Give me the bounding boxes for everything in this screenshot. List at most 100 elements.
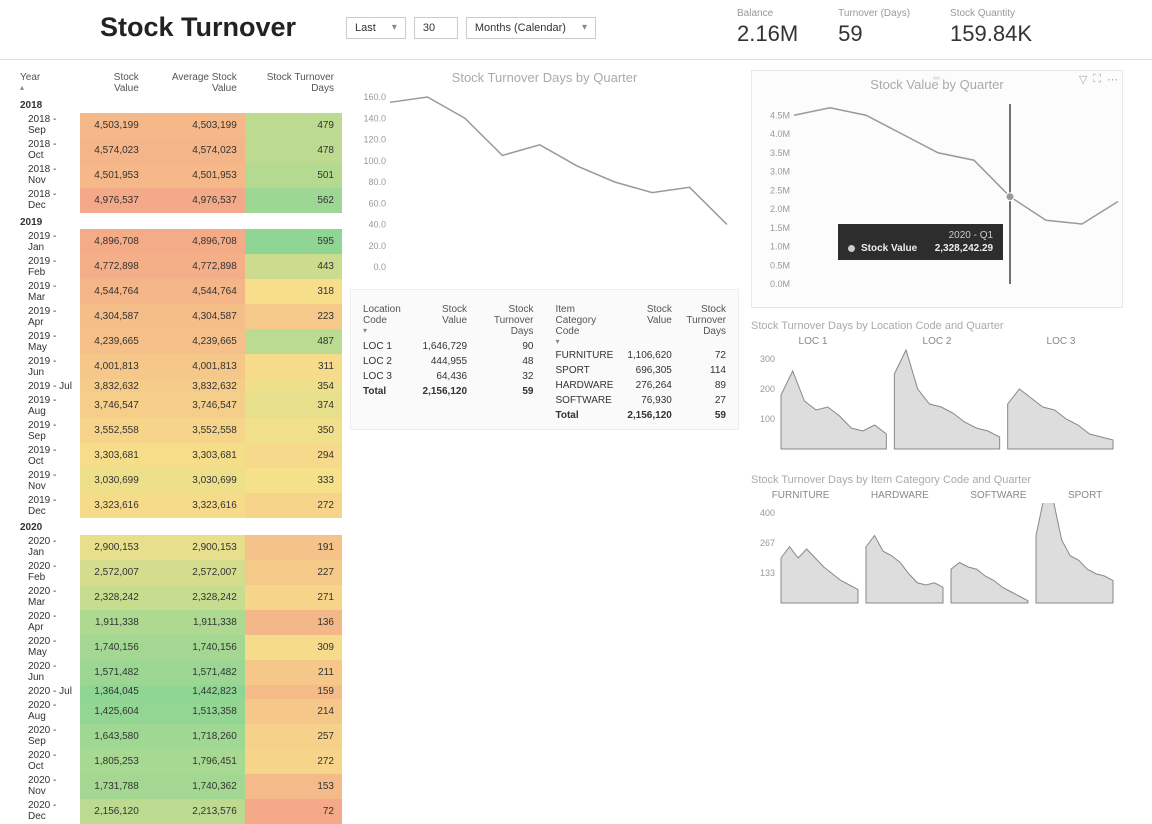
svg-text:60.0: 60.0 (368, 198, 386, 208)
location-table-visual[interactable]: Location Code▾ Stock Value Stock Turnove… (357, 296, 540, 423)
category-table-visual[interactable]: Item Category Code▾ Stock Value Stock Tu… (550, 296, 733, 423)
sm-label: SPORT (1068, 490, 1102, 501)
legend-dot-icon (848, 245, 855, 252)
table-row[interactable]: HARDWARE276,26489 (550, 378, 733, 393)
svg-text:400: 400 (760, 508, 775, 518)
turnover-chart-svg: 0.020.040.060.080.0100.0120.0140.0160.0 (350, 89, 735, 279)
table-row[interactable]: 2020 - Jun 1,571,482 1,571,482 211 (12, 660, 342, 685)
sm-label: LOC 2 (923, 336, 952, 347)
period-type-dropdown[interactable]: Last▾ (346, 17, 406, 39)
table-row[interactable]: 2019 - Jan 4,896,708 4,896,708 595 (12, 229, 342, 254)
table-row[interactable]: 2019 - Dec 3,323,616 3,323,616 272 (12, 493, 342, 518)
loc-col-sv[interactable]: Stock Value (414, 302, 473, 339)
tooltip-value: 2,328,242.29 (935, 243, 993, 254)
sm-cat-title: Stock Turnover Days by Item Category Cod… (751, 474, 1123, 486)
filter-icon[interactable]: ▽ (1079, 73, 1087, 86)
cat-col-sv[interactable]: Stock Value (621, 302, 678, 348)
svg-text:4.5M: 4.5M (770, 110, 790, 120)
table-row[interactable]: 2020 - Dec 2,156,120 2,213,576 72 (12, 799, 342, 824)
stockvalue-line-chart[interactable]: ═ ▽ ⛶ ⋯ Stock Value by Quarter 0.0M0.5M1… (751, 70, 1123, 308)
sm-label: HARDWARE (871, 490, 929, 501)
table-row[interactable]: 2020 - Aug 1,425,604 1,513,358 214 (12, 699, 342, 724)
table-row[interactable]: 2019 - Aug 3,746,547 3,746,547 374 (12, 393, 342, 418)
loc-col-code[interactable]: Location Code▾ (357, 302, 414, 339)
table-row[interactable]: 2020 - Oct 1,805,253 1,796,451 272 (12, 749, 342, 774)
table-row[interactable]: 2018 - Nov 4,501,953 4,501,953 501 (12, 163, 342, 188)
table-row[interactable]: 2020 - Nov 1,731,788 1,740,362 153 (12, 774, 342, 799)
sort-desc-icon: ▾ (363, 326, 408, 335)
small-multiples-location[interactable]: Stock Turnover Days by Location Code and… (751, 320, 1123, 464)
kpi-turnover-label: Turnover (Days) (838, 8, 910, 19)
report-header: Stock Turnover Last▾ 30 Months (Calendar… (0, 0, 1152, 60)
stock-matrix: Year▴ Stock Value Average Stock Value St… (12, 70, 342, 824)
table-row[interactable]: LOC 2444,95548 (357, 354, 540, 369)
svg-text:80.0: 80.0 (368, 177, 386, 187)
period-count-dropdown[interactable]: 30 (414, 17, 458, 39)
report-body: Year▴ Stock Value Average Stock Value St… (0, 60, 1152, 824)
cat-col-std[interactable]: Stock Turnover Days (678, 302, 732, 348)
svg-text:100: 100 (760, 414, 775, 424)
table-row[interactable]: 2020 - Jan 2,900,153 2,900,153 191 (12, 535, 342, 560)
table-row[interactable]: 2018 - Oct 4,574,023 4,574,023 478 (12, 138, 342, 163)
table-row[interactable]: 2019 - Apr 4,304,587 4,304,587 223 (12, 304, 342, 329)
page-title: Stock Turnover (100, 12, 296, 43)
right-column: ═ ▽ ⛶ ⋯ Stock Value by Quarter 0.0M0.5M1… (747, 70, 1127, 824)
drag-handle-icon[interactable]: ═ (933, 73, 941, 84)
table-row[interactable]: 2019 - Sep 3,552,558 3,552,558 350 (12, 418, 342, 443)
sort-desc-icon: ▾ (556, 337, 615, 346)
kpi-balance: Balance2.16M (737, 8, 798, 47)
year-group[interactable]: 2020 (12, 518, 342, 535)
table-row[interactable]: 2018 - Sep 4,503,199 4,503,199 479 (12, 113, 342, 138)
year-group[interactable]: 2018 (12, 96, 342, 113)
table-row[interactable]: 2019 - Mar 4,544,764 4,544,764 318 (12, 279, 342, 304)
table-row[interactable]: 2020 - Apr 1,911,338 1,911,338 136 (12, 610, 342, 635)
chevron-down-icon: ▾ (582, 22, 587, 33)
turnover-chart-title: Stock Turnover Days by Quarter (350, 70, 739, 85)
table-row[interactable]: 2019 - Oct 3,303,681 3,303,681 294 (12, 443, 342, 468)
svg-text:20.0: 20.0 (368, 241, 386, 251)
svg-text:3.5M: 3.5M (770, 148, 790, 158)
svg-text:200: 200 (760, 384, 775, 394)
svg-text:140.0: 140.0 (363, 113, 386, 123)
kpi-balance-label: Balance (737, 8, 798, 19)
table-row[interactable]: 2020 - Jul 1,364,045 1,442,823 159 (12, 685, 342, 699)
table-row[interactable]: 2019 - Nov 3,030,699 3,030,699 333 (12, 468, 342, 493)
sort-asc-icon: ▴ (20, 83, 72, 92)
small-multiples-category[interactable]: Stock Turnover Days by Item Category Cod… (751, 474, 1123, 618)
turnover-line-chart[interactable]: Stock Turnover Days by Quarter 0.020.040… (350, 70, 739, 279)
table-row[interactable]: 2019 - Feb 4,772,898 4,772,898 443 (12, 254, 342, 279)
col-year[interactable]: Year▴ (12, 70, 80, 96)
period-count-label: 30 (423, 22, 435, 34)
table-row[interactable]: 2020 - Mar 2,328,242 2,328,242 271 (12, 585, 342, 610)
svg-text:0.0M: 0.0M (770, 279, 790, 289)
matrix-visual[interactable]: Year▴ Stock Value Average Stock Value St… (12, 70, 342, 824)
table-row[interactable]: 2020 - Feb 2,572,007 2,572,007 227 (12, 560, 342, 585)
cat-col-code[interactable]: Item Category Code▾ (550, 302, 621, 348)
svg-text:4.0M: 4.0M (770, 129, 790, 139)
svg-text:2.5M: 2.5M (770, 185, 790, 195)
table-row[interactable]: 2019 - Jun 4,001,813 4,001,813 311 (12, 354, 342, 379)
col-avgstockvalue[interactable]: Average Stock Value (147, 70, 245, 96)
table-row[interactable]: 2020 - May 1,740,156 1,740,156 309 (12, 635, 342, 660)
chevron-down-icon: ▾ (392, 22, 397, 33)
more-options-icon[interactable]: ⋯ (1107, 73, 1118, 86)
year-group[interactable]: 2019 (12, 213, 342, 230)
col-stockvalue[interactable]: Stock Value (80, 70, 147, 96)
table-row[interactable]: 2018 - Dec 4,976,537 4,976,537 562 (12, 188, 342, 213)
table-row[interactable]: SPORT696,305114 (550, 363, 733, 378)
loc-col-std[interactable]: Stock Turnover Days (473, 302, 539, 339)
table-row[interactable]: LOC 11,646,72990 (357, 339, 540, 354)
table-row[interactable]: 2019 - May 4,239,665 4,239,665 487 (12, 329, 342, 354)
svg-text:160.0: 160.0 (363, 92, 386, 102)
col-turnoverdays[interactable]: Stock Turnover Days (245, 70, 342, 96)
total-row: Total2,156,12059 (357, 384, 540, 399)
focus-mode-icon[interactable]: ⛶ (1093, 73, 1101, 86)
table-row[interactable]: 2019 - Jul 3,832,632 3,832,632 354 (12, 379, 342, 393)
table-row[interactable]: 2020 - Sep 1,643,580 1,718,260 257 (12, 724, 342, 749)
period-unit-dropdown[interactable]: Months (Calendar)▾ (466, 17, 596, 39)
svg-text:1.0M: 1.0M (770, 242, 790, 252)
breakdown-tables: Location Code▾ Stock Value Stock Turnove… (350, 289, 739, 430)
table-row[interactable]: FURNITURE1,106,62072 (550, 348, 733, 363)
table-row[interactable]: SOFTWARE76,93027 (550, 393, 733, 408)
table-row[interactable]: LOC 364,43632 (357, 369, 540, 384)
